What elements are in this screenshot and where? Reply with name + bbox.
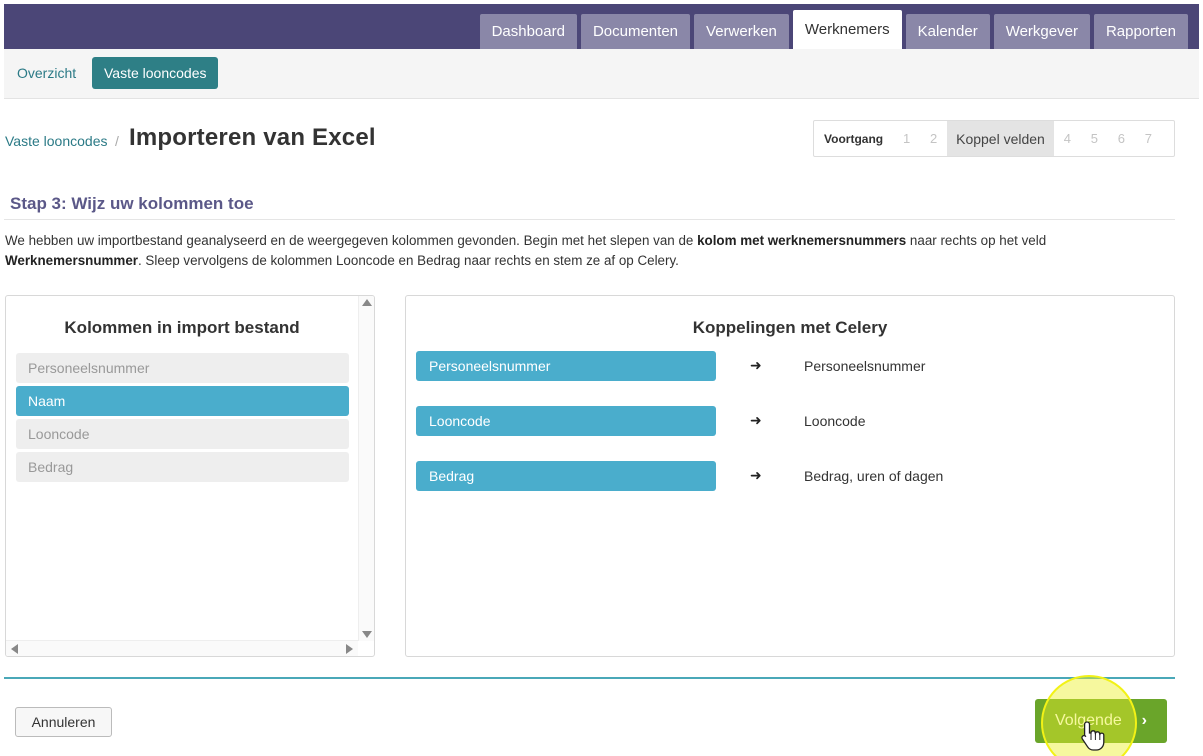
mapping-source-looncode[interactable]: Looncode <box>416 406 716 436</box>
intro-bold-1: kolom met werknemersnummers <box>697 233 907 248</box>
import-columns-panel: Kolommen in import bestand Personeelsnum… <box>5 295 375 657</box>
tab-werkgever[interactable]: Werkgever <box>993 14 1090 49</box>
arrow-right-icon: ➜ <box>750 467 762 483</box>
chevron-right-icon: › <box>1141 712 1147 729</box>
top-nav-bar: Dashboard Documenten Verwerken Werknemer… <box>4 4 1199 49</box>
import-column-bedrag[interactable]: Bedrag <box>16 452 349 482</box>
vertical-scrollbar[interactable] <box>358 296 374 641</box>
scroll-right-icon[interactable] <box>346 644 353 654</box>
scroll-up-icon[interactable] <box>362 299 372 306</box>
footer-divider <box>4 677 1175 679</box>
sub-nav: Overzicht Vaste looncodes <box>4 49 1199 99</box>
intro-part-1: We hebben uw importbestand geanalyseerd … <box>5 233 698 248</box>
mapping-source-bedrag[interactable]: Bedrag <box>416 461 716 491</box>
mapping-target-looncode: Looncode <box>804 413 866 429</box>
progress-step-2: 2 <box>929 131 938 146</box>
tab-werknemers[interactable]: Werknemers <box>792 10 902 49</box>
intro-part-2: naar rechts op het veld <box>906 233 1047 248</box>
subnav-vaste-looncodes[interactable]: Vaste looncodes <box>92 57 219 89</box>
progress-indicator: Voortgang 1 2 Koppel velden 4 5 6 7 <box>813 120 1175 157</box>
intro-part-3: . Sleep vervolgens de kolommen Looncode … <box>137 253 679 268</box>
intro-text: We hebben uw importbestand geanalyseerd … <box>5 231 1175 271</box>
import-column-personeelsnummer[interactable]: Personeelsnummer <box>16 353 349 383</box>
mappings-panel: Koppelingen met Celery Personeelsnummer … <box>405 295 1175 657</box>
progress-step-7: 7 <box>1144 131 1152 146</box>
page: Dashboard Documenten Verwerken Werknemer… <box>0 0 1203 756</box>
scroll-left-icon[interactable] <box>11 644 18 654</box>
horizontal-scrollbar[interactable] <box>6 640 358 656</box>
import-column-looncode[interactable]: Looncode <box>16 419 349 449</box>
step-divider <box>4 219 1175 220</box>
tab-dashboard[interactable]: Dashboard <box>479 14 577 49</box>
tab-verwerken[interactable]: Verwerken <box>694 14 789 49</box>
hand-cursor-icon <box>1081 721 1105 751</box>
breadcrumb-parent-link[interactable]: Vaste looncodes <box>5 133 107 149</box>
mappings-title: Koppelingen met Celery <box>692 318 888 337</box>
breadcrumb-separator: / <box>115 133 119 149</box>
progress-step-1: 1 <box>902 131 911 146</box>
progress-current-step: Koppel velden <box>947 121 1054 156</box>
progress-step-6: 6 <box>1117 131 1125 146</box>
step-title: Stap 3: Wijz uw kolommen toe <box>10 194 254 213</box>
mapping-row: Personeelsnummer ➜ Personeelsnummer <box>416 351 1156 381</box>
arrow-right-icon: ➜ <box>750 412 762 428</box>
progress-label: Voortgang <box>824 131 884 146</box>
tab-kalender[interactable]: Kalender <box>905 14 990 49</box>
mapping-row: Bedrag ➜ Bedrag, uren of dagen <box>416 461 1156 491</box>
import-column-naam[interactable]: Naam <box>16 386 349 416</box>
mapping-row: Looncode ➜ Looncode <box>416 406 1156 436</box>
subnav-overzicht[interactable]: Overzicht <box>5 57 88 89</box>
tab-rapporten[interactable]: Rapporten <box>1093 14 1188 49</box>
import-columns-title: Kolommen in import bestand <box>64 318 300 337</box>
scroll-down-icon[interactable] <box>362 631 372 638</box>
mapping-target-personeelsnummer: Personeelsnummer <box>804 358 926 374</box>
progress-step-5: 5 <box>1090 131 1098 146</box>
main-tabs: Dashboard Documenten Verwerken Werknemer… <box>476 10 1199 49</box>
tab-documenten[interactable]: Documenten <box>580 14 691 49</box>
intro-bold-2: Werknemersnummer <box>5 253 138 268</box>
cancel-button[interactable]: Annuleren <box>15 707 112 737</box>
mapping-source-personeelsnummer[interactable]: Personeelsnummer <box>416 351 716 381</box>
progress-step-4: 4 <box>1063 131 1071 146</box>
arrow-right-icon: ➜ <box>750 357 762 373</box>
mapping-target-bedrag: Bedrag, uren of dagen <box>804 468 944 484</box>
page-title: Importeren van Excel <box>129 124 376 151</box>
